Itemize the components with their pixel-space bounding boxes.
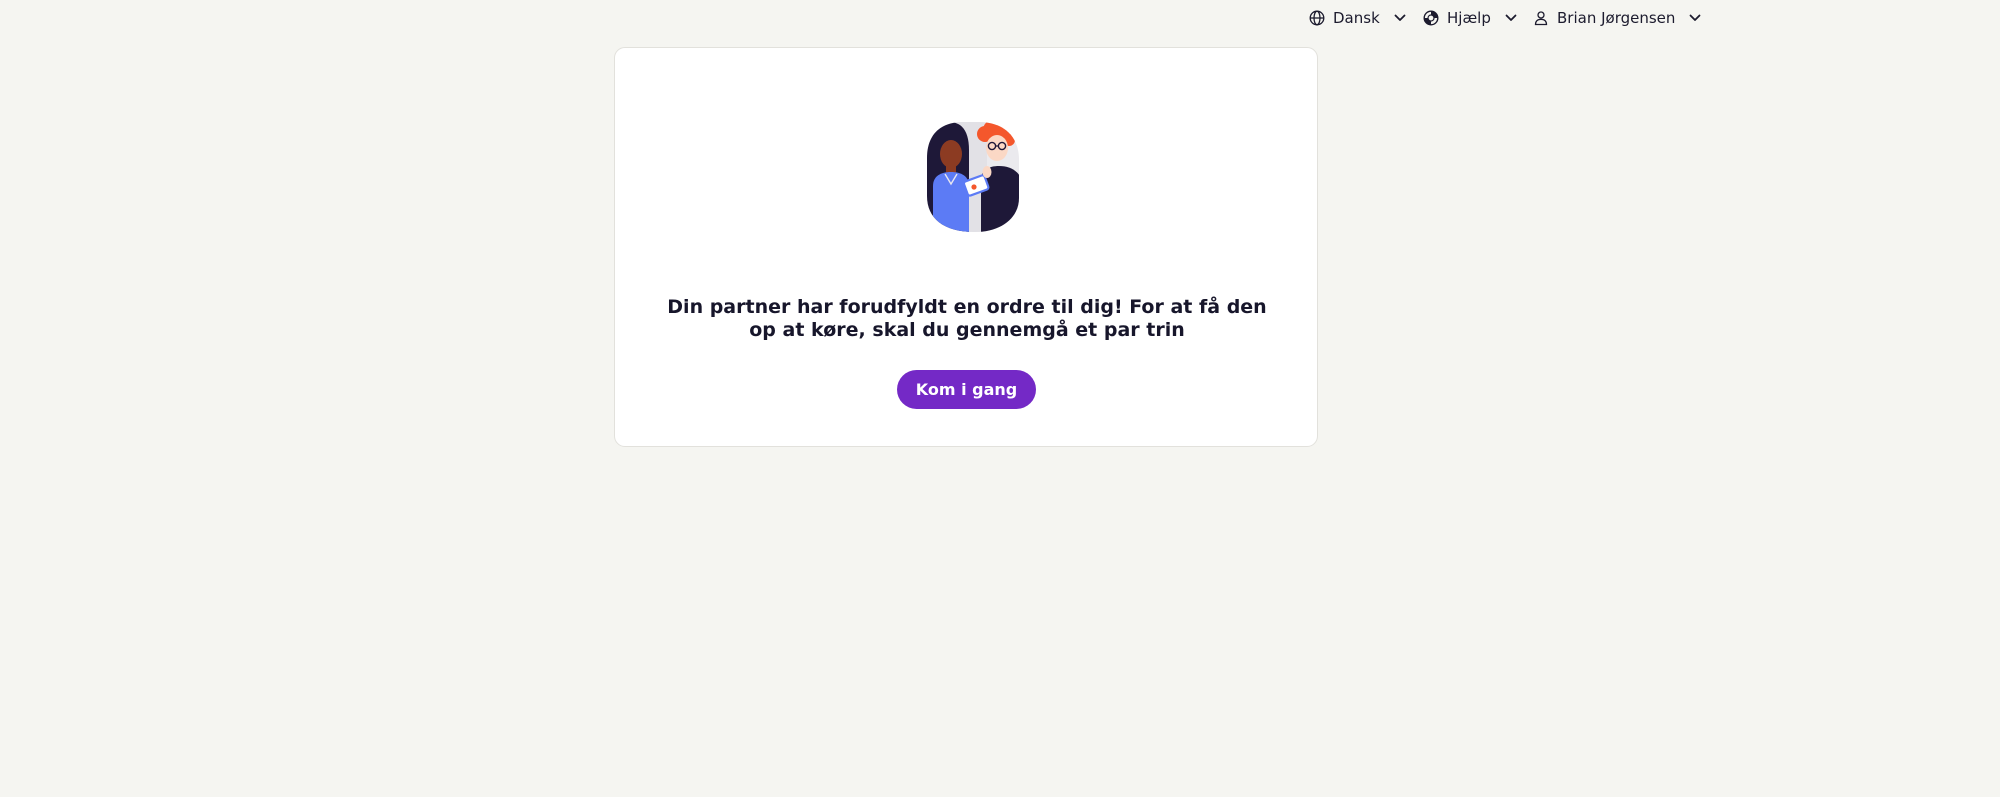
chevron-down-icon xyxy=(1687,10,1703,26)
get-started-button[interactable]: Kom i gang xyxy=(897,370,1036,409)
help-menu[interactable]: Hjælp xyxy=(1422,6,1519,30)
onboarding-message: Din partner har forudfyldt en ordre til … xyxy=(667,296,1267,341)
top-navigation: Dansk Hjælp Brian Jørgensen xyxy=(0,0,2000,36)
chevron-down-icon xyxy=(1392,10,1408,26)
person-icon xyxy=(1532,9,1550,27)
globe-icon xyxy=(1308,9,1326,27)
user-menu-label: Brian Jørgensen xyxy=(1557,9,1676,27)
chevron-down-icon xyxy=(1503,10,1519,26)
user-menu[interactable]: Brian Jørgensen xyxy=(1532,6,1703,30)
language-menu-label: Dansk xyxy=(1333,9,1380,27)
partners-illustration xyxy=(919,120,1027,232)
onboarding-card: Din partner har forudfyldt en ordre til … xyxy=(614,47,1318,447)
help-menu-label: Hjælp xyxy=(1447,9,1491,27)
lifebuoy-icon xyxy=(1422,9,1440,27)
language-menu[interactable]: Dansk xyxy=(1308,6,1408,30)
